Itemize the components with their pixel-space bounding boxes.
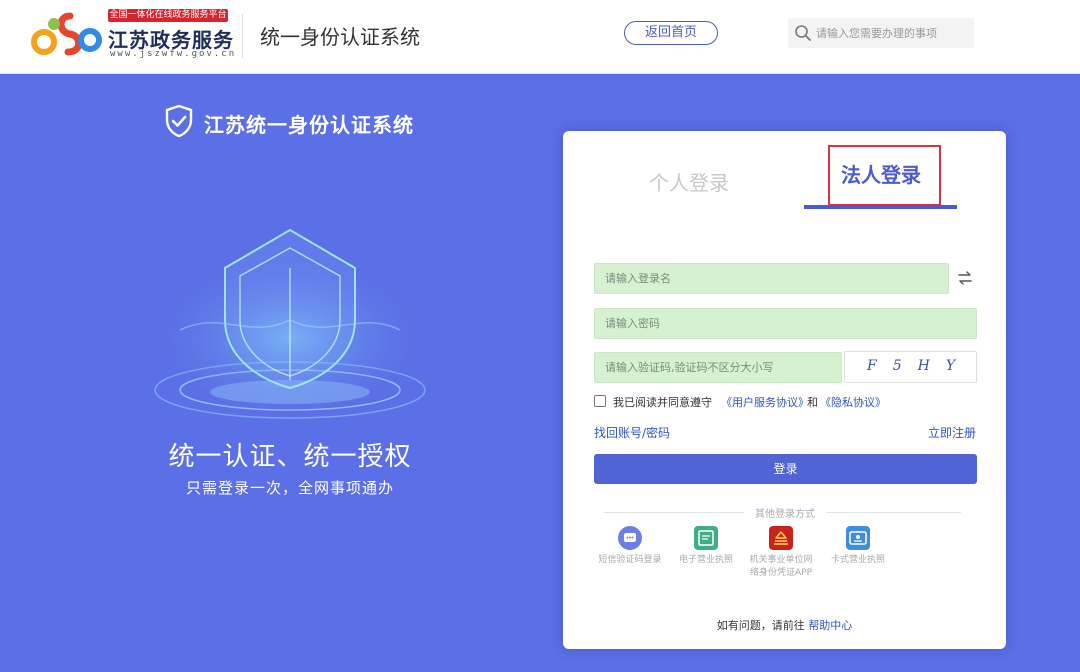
login-card: 个人登录 法人登录 F5HY 我已阅读并同意遵守 《用户服务协议》 和 《隐私协…: [563, 131, 1006, 649]
header-divider: [242, 14, 243, 58]
password-input[interactable]: [594, 308, 977, 339]
gov-app-login-method[interactable]: 机关事业单位网 络身份凭证APP: [743, 526, 819, 580]
agreement-and: 和: [807, 396, 818, 409]
captcha-text: F5HY: [867, 358, 972, 374]
sms-icon: [618, 526, 642, 550]
logo-url: www.jszwfw.gov.cn: [110, 49, 237, 59]
other-login-title: 其他登录方式: [755, 509, 815, 520]
shield-check-icon: [165, 104, 193, 138]
active-tab-indicator: [804, 205, 957, 209]
system-title: 统一身份认证系统: [260, 25, 420, 49]
forgot-password-link[interactable]: 找回账号/密码: [594, 424, 670, 441]
user-agreement-link[interactable]: 《用户服务协议》: [721, 394, 809, 410]
login-button[interactable]: 登录: [594, 454, 977, 484]
username-input[interactable]: [594, 263, 949, 294]
other-login-divider-right: [826, 512, 961, 513]
card-license-label: 卡式营业执照: [830, 555, 885, 565]
other-login-divider-left: [604, 512, 744, 513]
help-text: 如有问题，请前往: [716, 619, 805, 632]
card-license-icon: [846, 526, 870, 550]
register-link[interactable]: 立即注册: [928, 424, 976, 441]
hero-subtitle: 只需登录一次，全网事项通办: [185, 479, 394, 497]
agreement-text: 我已阅读并同意遵守: [613, 396, 712, 409]
card-license-login-method[interactable]: 卡式营业执照: [820, 526, 896, 567]
gov-app-icon: [769, 526, 793, 550]
hero-slogan: 统一认证、统一授权: [168, 442, 412, 472]
tab-personal-login[interactable]: 个人登录: [649, 167, 729, 196]
help-center-link[interactable]: 帮助中心: [808, 619, 852, 632]
gov-app-label-line2: 络身份凭证APP: [749, 568, 812, 578]
privacy-agreement-link[interactable]: 《隐私协议》: [820, 394, 886, 410]
platform-tag: 全国一体化在线政务服务平台: [108, 9, 228, 22]
swap-icon[interactable]: [957, 270, 973, 286]
top-header: 全国一体化在线政务服务平台 江苏政务服务 www.jszwfw.gov.cn 统…: [0, 0, 1080, 74]
gov-app-label-line1: 机关事业单位网: [749, 555, 813, 565]
e-license-label: 电子营业执照: [678, 555, 733, 565]
sms-login-label: 短信验证码登录: [598, 555, 662, 565]
search-input[interactable]: [816, 18, 970, 48]
return-home-button[interactable]: 返回首页: [624, 21, 718, 45]
hero-system-name: 江苏统一身份认证系统: [204, 113, 414, 137]
jszwfw-logo-icon[interactable]: [30, 8, 102, 60]
tab-legal-login[interactable]: 法人登录: [841, 159, 921, 188]
e-license-login-method[interactable]: 电子营业执照: [668, 526, 744, 567]
search-icon[interactable]: [793, 23, 813, 43]
captcha-image[interactable]: F5HY: [844, 351, 977, 383]
search-box: [788, 18, 974, 48]
agreement-checkbox[interactable]: [594, 395, 606, 407]
shield-illustration-icon: [154, 228, 426, 419]
captcha-input[interactable]: [594, 352, 842, 383]
sms-login-method[interactable]: 短信验证码登录: [592, 526, 668, 567]
help-row: 如有问题，请前往 帮助中心: [563, 617, 1006, 633]
e-license-icon: [694, 526, 718, 550]
